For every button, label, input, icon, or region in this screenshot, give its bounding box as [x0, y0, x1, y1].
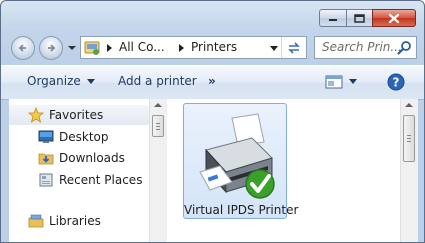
grip-line — [156, 126, 160, 127]
command-bar: Organize Add a printer » ? — [1, 65, 424, 100]
grip-line — [407, 138, 411, 139]
explorer-window: All Co... Printers Search Prin... Organi… — [0, 0, 425, 243]
grip-line — [407, 135, 411, 136]
control-panel-icon — [84, 41, 100, 55]
nav-scroll-thumb[interactable] — [152, 115, 164, 137]
search-box[interactable]: Search Prin... — [314, 36, 417, 59]
downloads-folder-icon — [38, 153, 54, 165]
grip-line — [156, 129, 160, 130]
navigation-pane: Favorites Desktop Downloads Recent Place… — [9, 99, 167, 242]
recent-pages-dropdown[interactable] — [67, 42, 77, 54]
more-commands-button[interactable]: » — [208, 74, 216, 88]
printer-icon — [199, 113, 275, 199]
libraries-icon — [28, 214, 44, 228]
chevron-down-icon — [86, 79, 95, 84]
nav-label-libraries: Libraries — [49, 214, 101, 228]
organize-menu[interactable]: Organize — [27, 74, 95, 88]
grip-line — [407, 141, 411, 142]
close-icon — [388, 13, 400, 23]
help-icon[interactable]: ? — [387, 73, 405, 91]
nav-label-recent-places: Recent Places — [59, 173, 143, 187]
address-bar[interactable]: All Co... Printers — [80, 36, 307, 59]
forward-arrow-icon — [48, 44, 56, 52]
refresh-icon — [288, 41, 300, 54]
content-pane-scrollbar[interactable] — [400, 99, 418, 242]
nav-pane-scrollbar[interactable] — [149, 99, 167, 242]
svg-text:?: ? — [393, 76, 400, 90]
back-arrow-icon — [18, 44, 26, 52]
grip-line — [156, 123, 160, 124]
content-scroll-thumb[interactable] — [403, 115, 415, 162]
content-pane: Virtual IPDS Printer — [167, 99, 400, 242]
search-icon[interactable] — [397, 40, 412, 55]
nav-item-desktop[interactable]: Desktop — [9, 127, 149, 147]
change-view-icon[interactable] — [325, 74, 343, 90]
breadcrumb-printers[interactable]: Printers — [191, 40, 237, 54]
nav-label-favorites: Favorites — [49, 108, 104, 122]
printer-item-virtual-ipds[interactable]: Virtual IPDS Printer — [183, 103, 299, 219]
window-controls — [319, 9, 416, 27]
star-icon — [28, 107, 44, 123]
nav-label-desktop: Desktop — [59, 130, 109, 144]
add-printer-button[interactable]: Add a printer — [118, 74, 197, 88]
nav-item-recent-places[interactable]: Recent Places — [9, 170, 149, 190]
recent-places-icon — [39, 173, 53, 187]
close-button[interactable] — [372, 9, 416, 27]
refresh-button[interactable] — [281, 37, 306, 58]
nav-item-downloads[interactable]: Downloads — [9, 148, 149, 168]
maximize-icon — [354, 13, 365, 23]
breadcrumb-all-control-panel[interactable]: All Co... — [119, 40, 165, 54]
breadcrumb-separator — [179, 44, 184, 52]
back-button[interactable] — [11, 36, 35, 60]
maximize-button[interactable] — [346, 9, 372, 27]
search-input[interactable]: Search Prin... — [322, 40, 402, 54]
address-history-dropdown[interactable] — [270, 46, 278, 51]
nav-label-downloads: Downloads — [59, 151, 125, 165]
organize-label: Organize — [27, 74, 81, 88]
chevron-down-icon — [68, 46, 76, 50]
nav-item-favorites[interactable]: Favorites — [9, 105, 149, 125]
scroll-up-arrow[interactable] — [154, 103, 162, 107]
forward-button[interactable] — [39, 36, 63, 60]
desktop-icon — [38, 130, 54, 143]
view-options-dropdown[interactable] — [349, 79, 357, 84]
scroll-up-arrow[interactable] — [405, 103, 413, 107]
printer-label: Virtual IPDS Printer — [184, 203, 299, 217]
breadcrumb-separator — [107, 44, 112, 52]
nav-item-libraries[interactable]: Libraries — [9, 211, 149, 231]
minimize-icon — [329, 19, 337, 21]
minimize-button[interactable] — [319, 9, 346, 27]
